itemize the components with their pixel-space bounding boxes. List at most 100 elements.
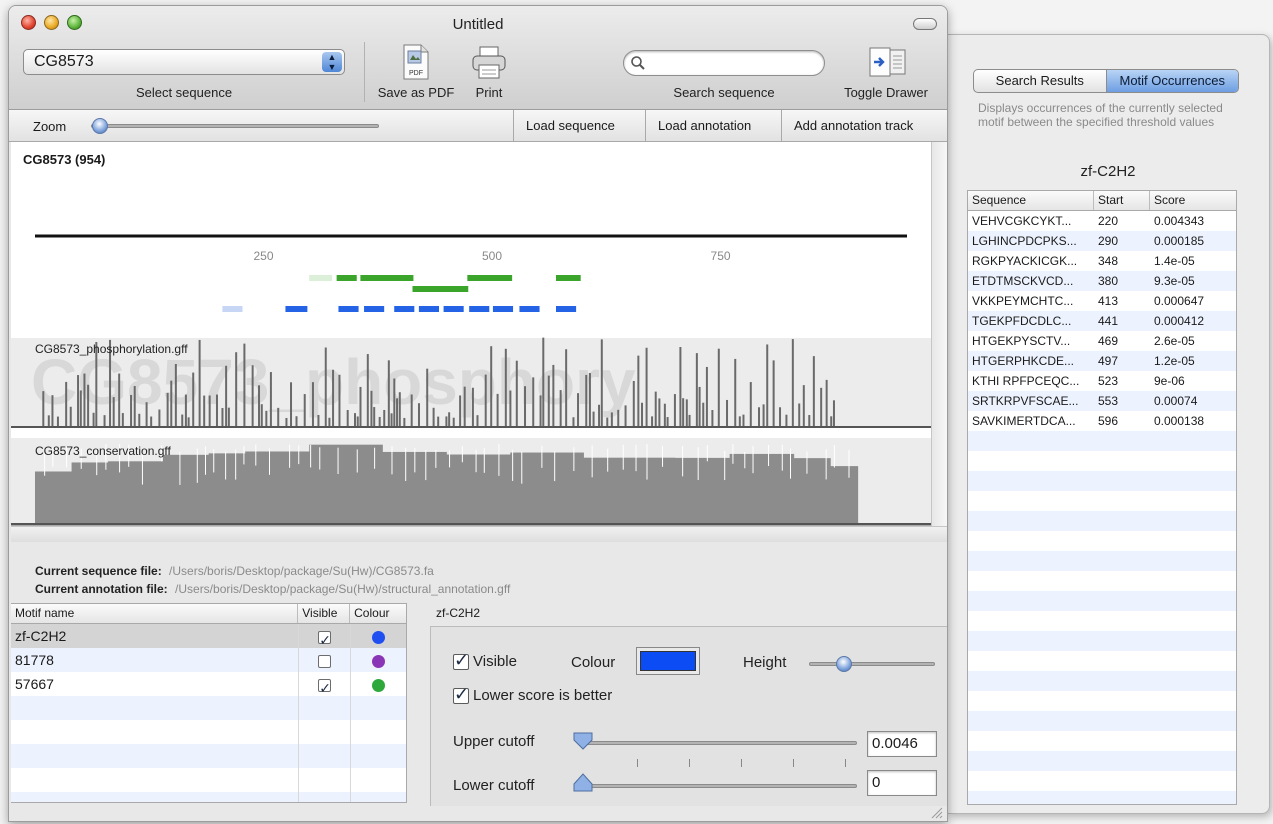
motif-row[interactable] xyxy=(11,792,406,802)
upper-cutoff-slider[interactable] xyxy=(581,741,857,745)
motif-visible-checkbox[interactable] xyxy=(318,654,332,668)
occurrence-row[interactable] xyxy=(968,531,1236,551)
sequence-select[interactable]: CG8573 ▲ ▼ xyxy=(23,49,345,75)
occurrence-row[interactable] xyxy=(968,431,1236,451)
phosphorylation-bar xyxy=(311,382,314,426)
visible-checkbox-box[interactable] xyxy=(453,650,469,671)
motif-block xyxy=(338,306,359,312)
motif-table[interactable]: Motif name Visible Colour zf-C2H2 81778 57… xyxy=(11,603,407,803)
motif-row[interactable] xyxy=(11,744,406,768)
occurrence-sequence: KTHI RPFPCEQC... xyxy=(972,374,1080,388)
occurrences-table[interactable]: Sequence Start Score VEHVCGKCYKT... 220 0.… xyxy=(967,190,1237,805)
phosphorylation-bar xyxy=(749,382,752,426)
motif-block xyxy=(556,306,577,312)
resize-grip-icon[interactable] xyxy=(931,807,943,819)
motif-row[interactable]: zf-C2H2 xyxy=(11,624,406,652)
occurrence-row[interactable] xyxy=(968,671,1236,691)
occurrence-row[interactable] xyxy=(968,491,1236,511)
lower-cutoff-slider[interactable] xyxy=(581,784,857,788)
occurrence-row[interactable] xyxy=(968,711,1236,731)
occurrence-row[interactable] xyxy=(968,791,1236,804)
toolbar-toggle-button[interactable] xyxy=(913,18,937,30)
sequence-view[interactable]: CG8573 (954) 250 500 750 CG8573_phosphory C… xyxy=(11,142,931,526)
occurrence-row[interactable] xyxy=(968,751,1236,771)
occurrence-row[interactable] xyxy=(968,651,1236,671)
occurrence-row[interactable]: VEHVCGKCYKT... 220 0.004343 xyxy=(968,211,1236,231)
phosphorylation-bar xyxy=(452,417,455,426)
add-annotation-track-button[interactable]: Add annotation track xyxy=(781,110,925,142)
upper-cutoff-knob-icon[interactable] xyxy=(572,731,594,751)
occurrence-row[interactable]: VKKPEYMCHTC... 413 0.000647 xyxy=(968,291,1236,311)
occurrence-row[interactable]: HTGEKPYSCTV... 469 2.6e-05 xyxy=(968,331,1236,351)
sequence-horizontal-scrollbar[interactable] xyxy=(11,526,947,542)
motif-colour-dot[interactable] xyxy=(372,630,386,644)
motif-colour-dot[interactable] xyxy=(372,678,386,692)
occurrence-row[interactable]: SRTKRPVFSCAE... 553 0.00074 xyxy=(968,391,1236,411)
occurrence-row[interactable] xyxy=(968,511,1236,531)
upper-cutoff-label: Upper cutoff xyxy=(453,733,535,750)
cutoff-tick xyxy=(845,759,846,767)
occurrence-row[interactable] xyxy=(968,451,1236,471)
cutoff-tick xyxy=(637,759,638,767)
height-slider-knob[interactable] xyxy=(836,656,853,672)
motif-row[interactable]: 81778 xyxy=(11,648,406,672)
occurrence-row[interactable] xyxy=(968,631,1236,651)
occurrence-row[interactable] xyxy=(968,731,1236,751)
search-input[interactable] xyxy=(623,50,825,76)
occurrence-score: 1.2e-05 xyxy=(1154,354,1195,368)
motif-colour-dot[interactable] xyxy=(372,654,386,668)
occurrence-row[interactable]: HTGERPHKCDE... 497 1.2e-05 xyxy=(968,351,1236,371)
toggle-drawer-button[interactable] xyxy=(869,46,907,81)
motif-visible-checkbox[interactable] xyxy=(318,628,332,652)
lower-cutoff-field[interactable]: 0 xyxy=(867,770,937,796)
motif-visible-checkbox[interactable] xyxy=(318,676,332,700)
occurrence-row[interactable]: RGKPYACKICGK... 348 1.4e-05 xyxy=(968,251,1236,271)
column-header-start[interactable]: Start xyxy=(1094,191,1150,210)
occurrence-row[interactable]: KTHI RPFPCEQC... 523 9e-06 xyxy=(968,371,1236,391)
conservation-gap xyxy=(752,445,754,474)
occurrence-row[interactable]: TGEKPFDCDLC... 441 0.000412 xyxy=(968,311,1236,331)
lower-cutoff-knob-icon[interactable] xyxy=(572,771,594,793)
height-label: Height xyxy=(743,654,787,671)
upper-cutoff-field[interactable]: 0.0046 xyxy=(867,731,937,757)
occurrence-row[interactable] xyxy=(968,471,1236,491)
motif-row[interactable] xyxy=(11,720,406,744)
occurrence-row[interactable] xyxy=(968,591,1236,611)
sequence-vertical-scrollbar[interactable] xyxy=(931,142,947,526)
colour-well[interactable] xyxy=(636,647,700,675)
motif-block xyxy=(309,275,333,281)
load-annotation-button[interactable]: Load annotation xyxy=(645,110,763,142)
lower-score-better-box[interactable] xyxy=(453,684,469,705)
zoom-slider-knob[interactable] xyxy=(91,118,108,134)
column-header-sequence[interactable]: Sequence xyxy=(968,191,1094,210)
print-button[interactable] xyxy=(471,46,507,83)
column-header-visible[interactable]: Visible xyxy=(298,604,351,623)
lower-score-better-checkbox[interactable]: Lower score is better xyxy=(453,684,613,705)
occurrence-row[interactable]: LGHINCPDCPKS... 290 0.000185 xyxy=(968,231,1236,251)
occurrence-row[interactable] xyxy=(968,571,1236,591)
tab-search-results[interactable]: Search Results xyxy=(974,70,1107,92)
occurrence-sequence: SRTKRPVFSCAE... xyxy=(972,394,1079,408)
column-header-score[interactable]: Score xyxy=(1150,191,1236,210)
visible-checkbox[interactable]: Visible xyxy=(453,650,517,671)
motif-row[interactable]: 57667 xyxy=(11,672,406,700)
occurrence-row[interactable] xyxy=(968,771,1236,791)
lower-score-better-label: Lower score is better xyxy=(473,687,613,704)
phosphorylation-bar xyxy=(463,386,466,426)
occurrence-row[interactable] xyxy=(968,691,1236,711)
occurrence-row[interactable] xyxy=(968,611,1236,631)
column-header-motif-name[interactable]: Motif name xyxy=(11,604,299,623)
height-slider[interactable] xyxy=(809,662,935,666)
motif-row[interactable] xyxy=(11,768,406,792)
save-pdf-button[interactable]: PDF xyxy=(401,44,431,83)
zoom-slider[interactable] xyxy=(91,124,379,128)
phosphorylation-bar xyxy=(632,380,635,426)
occurrence-row[interactable]: ETDTMSCKVCD... 380 9.3e-05 xyxy=(968,271,1236,291)
motif-name xyxy=(11,696,298,720)
column-header-colour[interactable]: Colour xyxy=(350,604,406,623)
load-sequence-button[interactable]: Load sequence xyxy=(513,110,627,142)
motif-row[interactable] xyxy=(11,696,406,720)
tab-motif-occurrences[interactable]: Motif Occurrences xyxy=(1106,70,1238,92)
occurrence-row[interactable]: SAVKIMERTDCA... 596 0.000138 xyxy=(968,411,1236,431)
occurrence-row[interactable] xyxy=(968,551,1236,571)
